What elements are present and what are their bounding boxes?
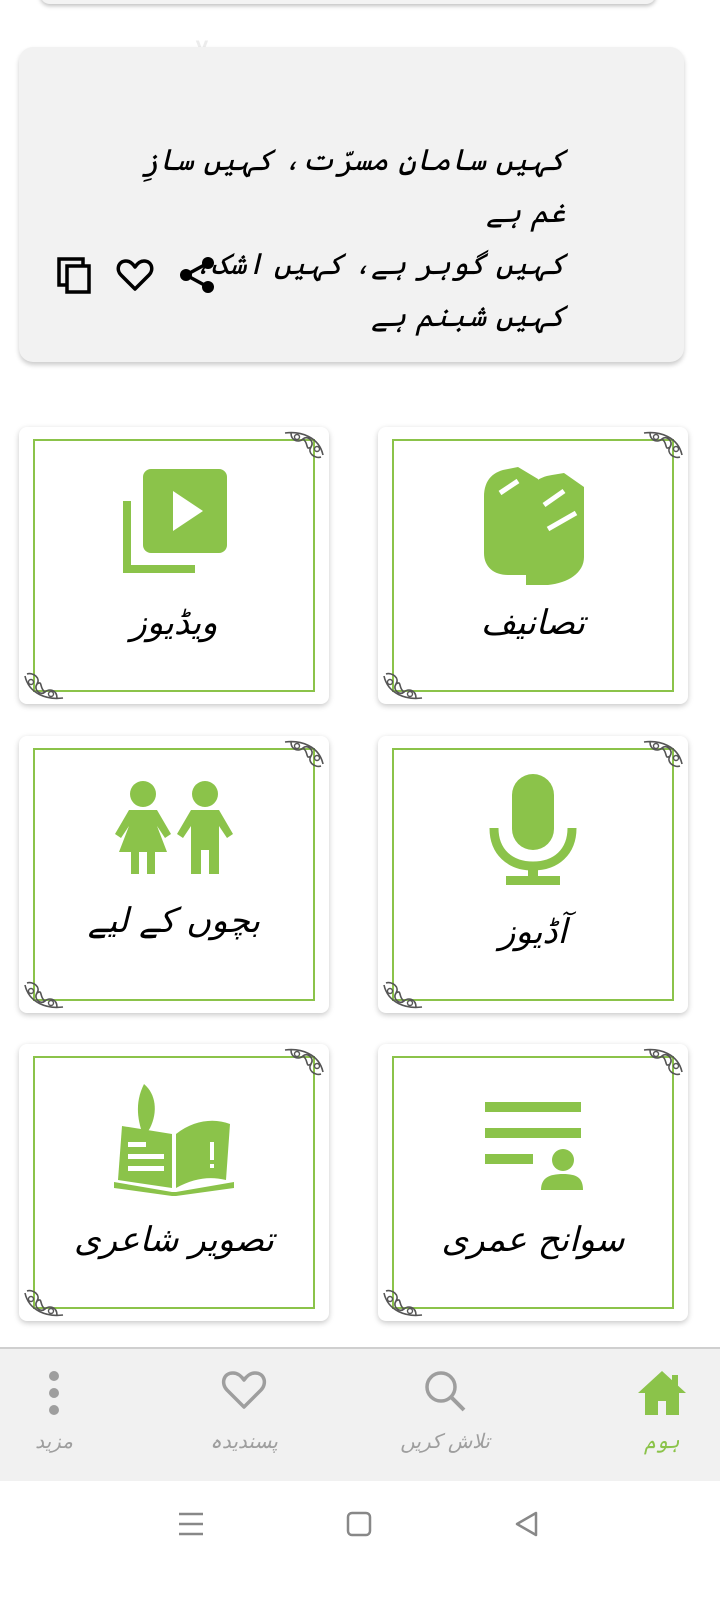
corner-ornament-icon [24,981,64,1009]
corner-ornament-icon [24,672,64,700]
corner-ornament-icon [24,1289,64,1317]
bottom-nav: ہوم تلاش کریں پسندیدہ مزید [0,1347,720,1483]
heart-outline-icon [221,1371,267,1409]
corner-ornament-icon [643,431,683,459]
tile-label: تصانیف [480,603,586,643]
nav-home[interactable]: ہوم [602,1349,720,1483]
top-sheet-edge [40,0,656,4]
open-book-quill-icon [114,1084,234,1196]
microphone-icon [489,774,577,885]
copy-icon[interactable] [55,255,95,295]
share-icon[interactable] [177,255,217,295]
children-icon [115,781,233,874]
back-icon[interactable] [514,1511,540,1537]
books-icon [484,467,584,585]
corner-ornament-icon [383,1289,423,1317]
corner-ornament-icon [284,1048,324,1076]
tile-books[interactable]: تصانیف [378,427,688,704]
nav-more[interactable]: مزید [0,1349,114,1483]
tile-label: سوانح عمری [441,1220,625,1260]
corner-ornament-icon [383,672,423,700]
home-button-icon[interactable] [346,1511,372,1537]
nav-home-label: ہوم [644,1429,680,1453]
corner-ornament-icon [284,431,324,459]
tile-audios[interactable]: آڈیوز [378,736,688,1013]
corner-ornament-icon [643,1048,683,1076]
quote-line-1: کہیں سامانِ مسرّت، کہیں سازِ غم ہے [141,143,566,230]
corner-ornament-icon [643,740,683,768]
quote-text: کہیں سامانِ مسرّت، کہیں سازِ غم ہے کہیں … [116,135,566,343]
tile-label: آڈیوز [498,912,568,952]
more-vertical-icon [49,1371,59,1415]
heart-icon[interactable] [115,255,155,295]
biography-icon [485,1102,583,1190]
search-icon [425,1371,466,1412]
recent-apps-icon[interactable] [178,1511,204,1537]
tile-label: بچوں کے لیے [87,901,261,941]
tile-videos[interactable]: ویڈیوز [19,427,329,704]
tile-label: تصویر شاعری [73,1220,275,1260]
home-icon [638,1371,686,1415]
tile-biography[interactable]: سوانح عمری [378,1044,688,1321]
corner-ornament-icon [383,981,423,1009]
system-nav-bar [0,1481,720,1600]
nav-search-label: تلاش کریں [400,1429,490,1453]
nav-favorites[interactable]: پسندیدہ [184,1349,304,1483]
quote-card: کہیں سامانِ مسرّت، کہیں سازِ غم ہے کہیں … [19,47,684,362]
tile-label: ویڈیوز [130,603,218,643]
video-library-icon [123,469,227,573]
nav-favorites-label: پسندیدہ [210,1429,278,1453]
nav-search[interactable]: تلاش کریں [385,1349,505,1483]
tile-picture-poetry[interactable]: تصویر شاعری [19,1044,329,1321]
corner-ornament-icon [284,740,324,768]
nav-more-label: مزید [35,1429,73,1453]
tile-kids[interactable]: بچوں کے لیے [19,736,329,1013]
